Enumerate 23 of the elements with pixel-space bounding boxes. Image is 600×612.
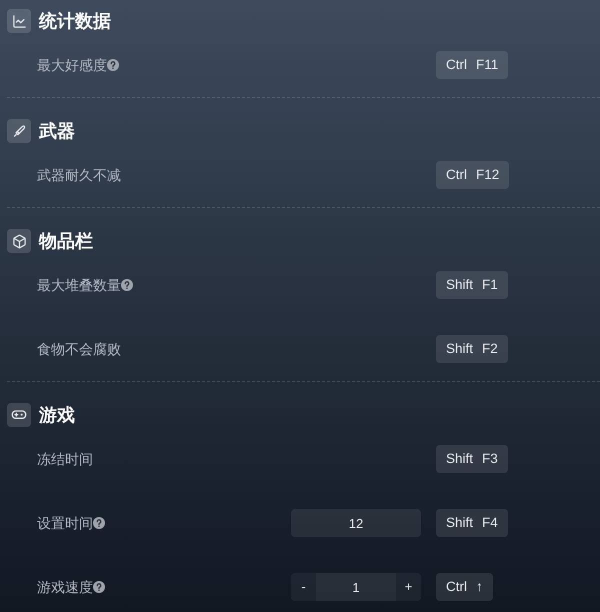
blade-icon [7,119,31,143]
setting-label: 游戏速度 [37,578,93,596]
setting-label: 设置时间 [37,514,93,532]
setting-label: 最大好感度 [37,56,107,74]
hotkey-button[interactable]: Shift F2 [436,335,508,363]
setting-label: 武器耐久不减 [37,166,121,184]
decrement-button[interactable]: - [291,573,316,601]
setting-label: 食物不会腐败 [37,340,121,358]
section-title: 物品栏 [39,230,93,252]
hotkey-button[interactable]: Ctrl F11 [436,51,508,79]
setting-label: 最大堆叠数量 [37,276,121,294]
hotkey-button[interactable]: Shift F1 [436,271,508,299]
hotkey-button[interactable]: Ctrl F12 [436,161,510,189]
section-title: 游戏 [39,404,75,426]
setting-label: 冻结时间 [37,450,93,468]
increment-button[interactable]: + [396,573,421,601]
section-title: 武器 [39,120,75,142]
cube-icon [7,229,31,253]
gamepad-icon [7,403,31,427]
hotkey-button[interactable]: Shift F3 [436,445,508,473]
hotkey-button[interactable]: Shift F4 [436,509,508,537]
section-title: 统计数据 [39,10,111,32]
hotkey-button[interactable]: Ctrl ↑ [436,573,493,601]
